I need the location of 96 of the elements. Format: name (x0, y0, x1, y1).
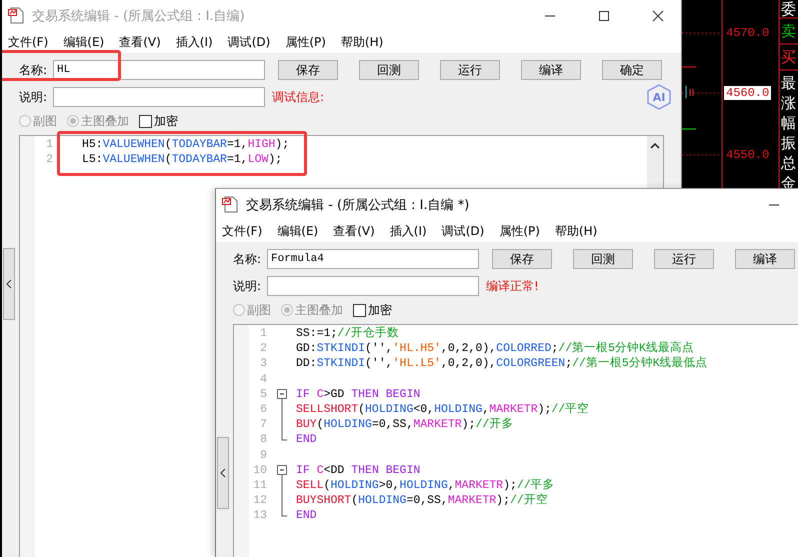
field-label: 说明: (19, 88, 48, 106)
line-number: 7 (259, 418, 267, 432)
name-field[interactable]: Formula4 (267, 249, 479, 269)
fold-end-line (281, 432, 287, 442)
quote-label: 委 (781, 0, 796, 18)
menu-item[interactable]: 文件(F) (218, 222, 270, 240)
quote-label: 卖 (781, 22, 796, 40)
field-label: 说明: (233, 278, 262, 294)
fold-end-line (281, 508, 287, 518)
code-editor[interactable] (233, 324, 798, 557)
code-line: GD:STKINDI('','HL.H5',0,2,0),COLORRED;//第一根5分钟K线最高点 (296, 341, 694, 356)
quote-label: 总 (781, 154, 796, 172)
collapse-icon[interactable] (277, 462, 288, 478)
toolbar-button[interactable]: 回测 (359, 60, 419, 80)
status-message: 编译正常! (486, 278, 539, 294)
line-number: 1 (45, 138, 53, 152)
toolbar-button[interactable]: 运行 (440, 60, 500, 80)
line-number: 9 (259, 448, 267, 462)
toolbar-button[interactable]: 编译 (735, 249, 795, 269)
code-line: SELLSHORT(HOLDING<0,HOLDING,MARKETR);//平空 (296, 402, 590, 418)
code-line: IF C>GD THEN BEGIN (296, 386, 420, 402)
line-number: 10 (252, 464, 267, 477)
menu-item[interactable]: 查看(V) (329, 222, 383, 240)
status-message: 调试信息: (272, 88, 324, 106)
price-label: 4570.0 (725, 26, 770, 40)
code-line: DD:STKINDI('','HL.L5',0,2,0),COLORGREEN;//第一根5分钟K线最低点 (296, 356, 708, 372)
quote-label: 最 (781, 74, 796, 92)
code-line: L5:VALUEWHEN(TODAYBAR=1,LOW); (82, 152, 282, 168)
toolbar-button[interactable]: 确定 (602, 60, 662, 80)
code-line: END (296, 508, 317, 524)
line-number: 13 (252, 509, 267, 522)
chevron-left-icon (6, 279, 12, 289)
chevron-left-icon (220, 468, 226, 478)
document-icon (222, 196, 238, 213)
code-line: H5:VALUEWHEN(TODAYBAR=1,HIGH); (82, 137, 290, 152)
line-number: 8 (259, 433, 267, 446)
quote-label: 买 (781, 48, 796, 66)
collapse-icon[interactable] (277, 386, 288, 402)
checkbox[interactable] (139, 114, 152, 128)
option-label: 主图叠加 (81, 112, 129, 130)
option-label: 主图叠加 (295, 302, 343, 318)
toolbar-button[interactable]: 编译 (521, 60, 581, 80)
line-number: 2 (259, 342, 267, 356)
scroll-up-icon[interactable] (650, 142, 660, 149)
description-field[interactable] (53, 87, 265, 107)
toolbar-button[interactable]: 保存 (492, 249, 552, 269)
checkbox[interactable] (353, 304, 366, 316)
menu-item[interactable]: 查看(V) (115, 34, 169, 50)
collapse-handle[interactable] (3, 248, 15, 320)
toolbar-button[interactable]: 保存 (278, 60, 338, 80)
quote-label: 涨 (781, 94, 796, 112)
line-number: 3 (259, 357, 267, 370)
code-line: IF C<DD THEN BEGIN (296, 462, 420, 478)
field-label: 名称: (233, 250, 262, 268)
toolbar-button[interactable]: 回测 (573, 249, 633, 269)
window-title: 交易系统编辑 - (所属公式组 : I.自编 *) (246, 196, 470, 214)
name-field[interactable]: HL (53, 60, 265, 80)
maximize-icon[interactable] (598, 10, 610, 22)
menu-item[interactable]: 帮助(H) (550, 222, 606, 240)
line-number: 1 (259, 327, 267, 340)
collapse-handle[interactable] (217, 437, 229, 509)
option-label: 副图 (247, 302, 271, 318)
menu-item[interactable]: 编辑(E) (59, 34, 112, 50)
menu-item[interactable]: 属性(P) (495, 222, 548, 240)
menu-item[interactable]: 编辑(E) (273, 222, 326, 240)
price-label: 4560.0 (724, 86, 772, 100)
toolbar-button[interactable]: 运行 (654, 249, 714, 269)
window-title: 交易系统编辑 - (所属公式组 : I.自编) (32, 8, 245, 24)
line-number: 11 (252, 478, 267, 492)
quote-label: 振 (781, 134, 796, 152)
menu-item[interactable]: 调试(D) (224, 34, 278, 50)
menu-item[interactable]: 文件(F) (4, 34, 56, 50)
menu-item[interactable]: 调试(D) (438, 222, 492, 240)
field-label: 名称: (19, 62, 48, 78)
close-icon[interactable] (652, 10, 664, 22)
option-label: 副图 (33, 112, 57, 130)
line-number: 2 (45, 153, 53, 166)
line-number: 5 (259, 388, 267, 401)
code-line: BUY(HOLDING=0,SS,MARKETR);//开多 (296, 417, 514, 432)
code-line: SS:=1;//开仓手数 (296, 326, 400, 342)
option-label: 加密 (154, 112, 178, 130)
description-field[interactable] (267, 276, 479, 296)
code-line: BUYSHORT(HOLDING=0,SS,MARKETR);//开空 (296, 493, 548, 508)
menu-item[interactable]: 插入(I) (386, 222, 435, 240)
line-number: 4 (259, 372, 267, 386)
quote-label: 幅 (781, 114, 796, 132)
line-number: 12 (252, 494, 267, 508)
menu-item[interactable]: 帮助(H) (336, 34, 392, 50)
code-line: END (296, 432, 317, 448)
code-line: SELL(HOLDING>0,HOLDING,MARKETR);//平多 (296, 478, 555, 493)
price-label: 4550.0 (725, 148, 770, 162)
menu-item[interactable]: 属性(P) (281, 34, 334, 50)
line-number: 6 (259, 403, 267, 416)
menu-item[interactable]: 插入(I) (172, 34, 221, 50)
option-label: 加密 (368, 302, 392, 318)
document-icon (8, 7, 24, 24)
